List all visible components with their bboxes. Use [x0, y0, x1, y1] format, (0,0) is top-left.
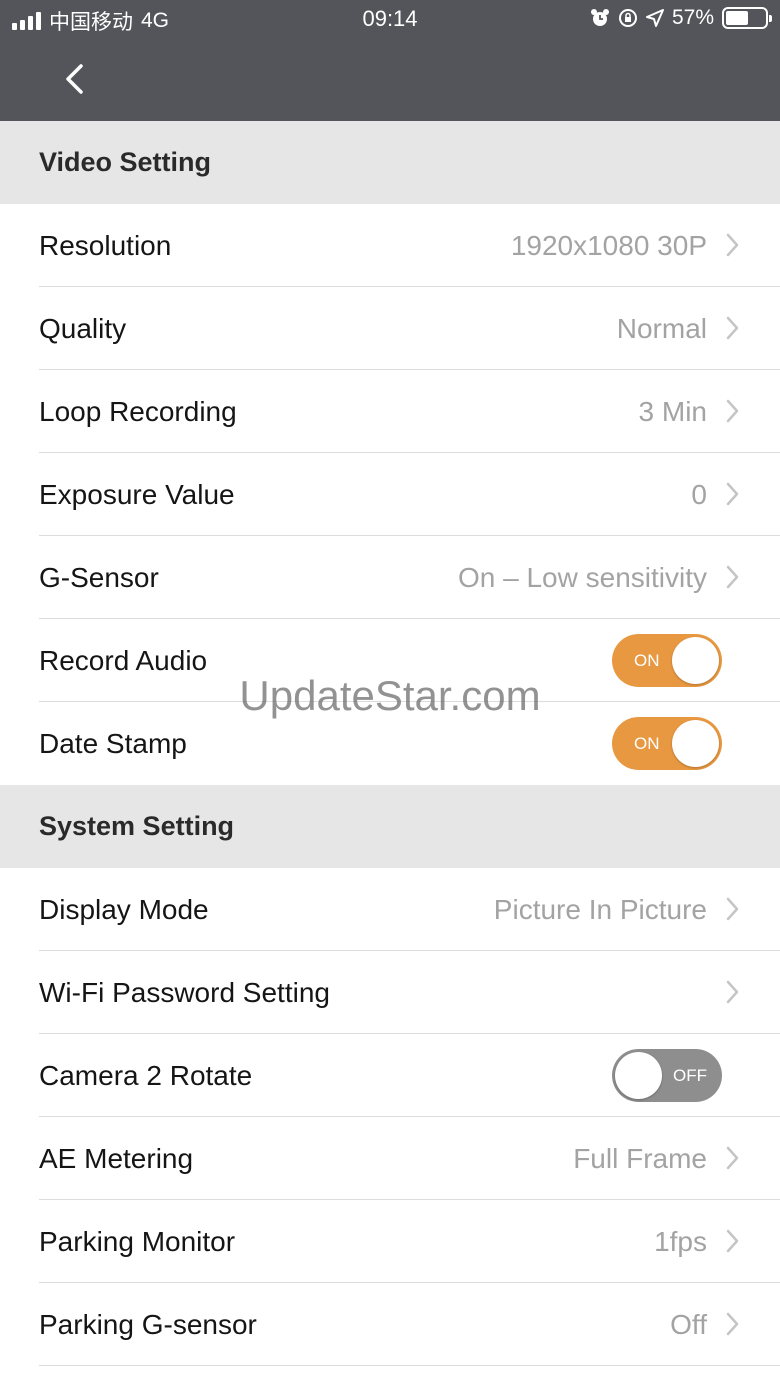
- date-stamp-toggle[interactable]: ON: [612, 717, 722, 770]
- chevron-right-icon: [726, 980, 739, 1004]
- setting-label: Loop Recording: [39, 396, 237, 427]
- setting-label: Camera 2 Rotate: [39, 1060, 253, 1091]
- toggle-knob: [672, 637, 719, 684]
- chevron-right-icon: [726, 1146, 739, 1170]
- setting-value: 0: [691, 479, 707, 510]
- section-header-video-setting: Video Setting: [0, 121, 780, 204]
- setting-row-ae-metering[interactable]: AE Metering Full Frame: [0, 1117, 780, 1200]
- battery-percentage: 57%: [671, 6, 714, 29]
- setting-value: 3 Min: [638, 396, 707, 427]
- setting-row-parking-monitor[interactable]: Parking Monitor 1fps: [0, 1200, 780, 1283]
- chevron-right-icon: [726, 897, 739, 921]
- section-title: System Setting: [39, 811, 235, 841]
- setting-row-camera-2-rotate: Camera 2 Rotate OFF: [0, 1034, 780, 1117]
- setting-row-g-sensor[interactable]: G-Sensor On – Low sensitivity: [0, 536, 780, 619]
- setting-value: Off: [670, 1309, 707, 1340]
- location-arrow-icon: [645, 9, 664, 27]
- setting-row-loop-recording[interactable]: Loop Recording 3 Min: [0, 370, 780, 453]
- setting-row-display-mode[interactable]: Display Mode Picture In Picture: [0, 868, 780, 951]
- setting-row-parking-g-sensor[interactable]: Parking G-sensor Off: [0, 1283, 780, 1366]
- setting-label: Display Mode: [39, 894, 209, 925]
- camera-2-rotate-toggle[interactable]: OFF: [612, 1049, 722, 1102]
- status-bar: 中国移动 4G 09:14 57%: [0, 0, 780, 40]
- orientation-lock-icon: [618, 9, 637, 27]
- setting-value: Full Frame: [573, 1143, 707, 1174]
- setting-value: 1920x1080 30P: [510, 230, 707, 261]
- setting-value: Normal: [616, 313, 707, 344]
- battery-fill: [726, 11, 748, 25]
- navigation-header: 中国移动 4G 09:14 57%: [0, 0, 780, 121]
- chevron-right-icon: [726, 233, 739, 257]
- chevron-right-icon: [726, 399, 739, 423]
- back-button[interactable]: [50, 55, 98, 103]
- alarm-icon: [590, 9, 609, 26]
- chevron-right-icon: [726, 316, 739, 340]
- setting-label: Resolution: [39, 230, 172, 261]
- record-audio-toggle[interactable]: ON: [612, 634, 722, 687]
- setting-label: G-Sensor: [39, 562, 159, 593]
- setting-label: AE Metering: [39, 1143, 194, 1174]
- setting-value: 1fps: [654, 1226, 707, 1257]
- toggle-state-text: ON: [634, 734, 660, 753]
- section-header-system-setting: System Setting: [0, 785, 780, 868]
- setting-row-record-audio: Record Audio ON: [0, 619, 780, 702]
- setting-label: Wi-Fi Password Setting: [39, 977, 330, 1008]
- setting-label: Exposure Value: [39, 479, 235, 510]
- toggle-knob: [672, 720, 719, 767]
- chevron-right-icon: [726, 1229, 739, 1253]
- setting-label: Parking Monitor: [39, 1226, 236, 1257]
- toggle-knob: [615, 1052, 662, 1099]
- toggle-state-text: ON: [634, 651, 660, 670]
- setting-row-quality[interactable]: Quality Normal: [0, 287, 780, 370]
- battery-icon: [722, 7, 772, 29]
- setting-value: Picture In Picture: [493, 894, 707, 925]
- chevron-right-icon: [726, 565, 739, 589]
- setting-label: Date Stamp: [39, 728, 187, 759]
- setting-row-date-stamp: Date Stamp ON: [0, 702, 780, 785]
- setting-value: On – Low sensitivity: [458, 562, 707, 593]
- setting-row-resolution[interactable]: Resolution 1920x1080 30P: [0, 204, 780, 287]
- setting-row-exposure-value[interactable]: Exposure Value 0: [0, 453, 780, 536]
- chevron-right-icon: [726, 1312, 739, 1336]
- setting-label: Record Audio: [39, 645, 208, 676]
- setting-label: Parking G-sensor: [39, 1309, 257, 1340]
- row-divider: [39, 1365, 780, 1366]
- setting-label: Quality: [39, 313, 127, 344]
- toggle-state-text: OFF: [673, 1066, 707, 1085]
- setting-row-wifi-password[interactable]: Wi-Fi Password Setting: [0, 951, 780, 1034]
- chevron-right-icon: [726, 482, 739, 506]
- section-title: Video Setting: [39, 147, 212, 177]
- chevron-left-icon: [66, 64, 83, 94]
